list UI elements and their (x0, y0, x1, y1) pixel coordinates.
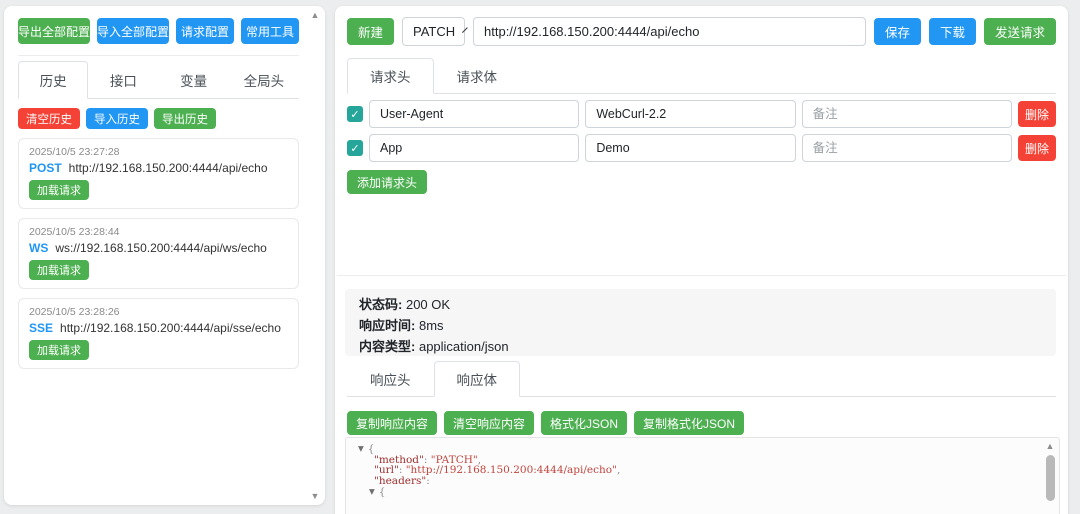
method-select-value: PATCH (413, 24, 456, 39)
history-timestamp: 2025/10/5 23:28:44 (29, 226, 120, 238)
check-icon: ✓ (350, 108, 360, 121)
scrollbar-thumb[interactable] (1045, 455, 1055, 501)
status-code-label: 状态码: (359, 297, 403, 312)
save-button[interactable]: 保存 (873, 18, 921, 45)
method-select[interactable]: PATCH (402, 17, 468, 46)
tab-response-body[interactable]: 响应体 (433, 361, 520, 397)
json-line: ▼{ (369, 485, 386, 498)
tab-request-headers[interactable]: 请求头 (347, 58, 434, 94)
add-header-button[interactable]: 添加请求头 (347, 170, 428, 194)
delete-header-button[interactable]: 删除 (1017, 101, 1056, 127)
status-code-value: 200 OK (405, 297, 451, 312)
sidebar-tabs: 历史 接口 变量 全局头 (18, 61, 299, 99)
history-timestamp: 2025/10/5 23:28:26 (29, 306, 120, 318)
response-body-viewer: ▼{ "method": "PATCH", "url": "http://192… (345, 437, 1060, 514)
scroll-up-icon[interactable]: ▲ (311, 10, 320, 20)
request-config-button[interactable]: 请求配置 (176, 18, 235, 44)
tab-history[interactable]: 历史 (18, 61, 89, 99)
response-status-box: 状态码: 200 OK 响应时间: 8ms 内容类型: application/… (345, 289, 1056, 356)
history-method: WS (29, 241, 49, 255)
request-panel: 新建 PATCH 保存 下载 发送请求 请求头 请求体 ✓ 删除 ✓ 删除 添加… (335, 6, 1068, 514)
common-tools-button[interactable]: 常用工具 (241, 18, 299, 44)
history-list: 2025/10/5 23:27:28 POST http://192.168.15… (18, 138, 299, 369)
import-all-config-button[interactable]: 导入全部配置 (97, 18, 170, 44)
response-tabs: 响应头 响应体 (347, 361, 1056, 397)
json-line: "headers": (374, 475, 430, 488)
copy-response-button[interactable]: 复制响应内容 (347, 411, 438, 435)
delete-header-button[interactable]: 删除 (1017, 135, 1056, 161)
history-url: http://192.168.150.200:4444/api/echo (68, 161, 268, 175)
url-input[interactable] (473, 17, 866, 46)
import-history-button[interactable]: 导入历史 (86, 108, 148, 129)
history-url: http://192.168.150.200:4444/api/sse/echo (60, 321, 281, 335)
check-icon: ✓ (350, 142, 360, 155)
request-tabs: 请求头 请求体 (347, 58, 1056, 94)
history-action-row: 清空历史 导入历史 导出历史 (18, 108, 299, 129)
response-scrollbar[interactable]: ▲ (1044, 441, 1056, 514)
response-action-row: 复制响应内容 清空响应内容 格式化JSON 复制格式化JSON (347, 411, 1056, 435)
history-item: 2025/10/5 23:28:26 SSE http://192.168.150… (18, 298, 299, 369)
scroll-up-icon[interactable]: ▲ (1046, 441, 1055, 451)
history-method: SSE (29, 321, 54, 335)
chevron-down-icon (462, 27, 468, 33)
collapse-toggle-icon[interactable]: ▼ (358, 444, 364, 453)
load-request-button[interactable]: 加载请求 (29, 260, 89, 280)
collapse-toggle-icon[interactable]: ▼ (369, 487, 375, 496)
response-time-value: 8ms (418, 318, 444, 333)
history-method: POST (29, 161, 62, 175)
header-row: ✓ 删除 (347, 100, 1056, 128)
send-request-button[interactable]: 发送请求 (983, 18, 1056, 45)
sidebar-divider (18, 55, 299, 56)
config-button-row: 导出全部配置 导入全部配置 请求配置 常用工具 (18, 18, 299, 44)
clear-history-button[interactable]: 清空历史 (18, 108, 80, 129)
header-name-input[interactable] (369, 100, 580, 128)
content-type-label: 内容类型: (359, 339, 416, 354)
tab-global-headers[interactable]: 全局头 (229, 61, 299, 99)
tab-response-headers[interactable]: 响应头 (347, 361, 434, 397)
tab-interfaces[interactable]: 接口 (88, 61, 158, 99)
history-url: ws://192.168.150.200:4444/api/ws/echo (55, 241, 267, 255)
sidebar-panel: 导出全部配置 导入全部配置 请求配置 常用工具 历史 接口 变量 全局头 清空历… (4, 6, 325, 505)
tab-variables[interactable]: 变量 (159, 61, 229, 99)
response-time-label: 响应时间: (359, 318, 416, 333)
history-item: 2025/10/5 23:28:44 WS ws://192.168.150.20… (18, 218, 299, 289)
json-line: "url": "http://192.168.150.200:4444/api/… (374, 464, 621, 477)
copy-formatted-json-button[interactable]: 复制格式化JSON (634, 411, 745, 435)
header-enabled-checkbox[interactable]: ✓ (347, 140, 363, 156)
header-name-input[interactable] (369, 134, 580, 162)
load-request-button[interactable]: 加载请求 (29, 340, 89, 360)
export-all-config-button[interactable]: 导出全部配置 (18, 18, 91, 44)
request-toolbar: 新建 PATCH 保存 下载 发送请求 (347, 17, 1056, 46)
header-enabled-checkbox[interactable]: ✓ (347, 106, 363, 122)
header-row: ✓ 删除 (347, 134, 1056, 162)
response-divider (337, 275, 1066, 276)
header-note-input[interactable] (801, 134, 1012, 162)
header-value-input[interactable] (585, 134, 796, 162)
header-note-input[interactable] (801, 100, 1012, 128)
clear-response-button[interactable]: 清空响应内容 (444, 411, 535, 435)
scroll-down-icon[interactable]: ▼ (311, 491, 320, 501)
export-history-button[interactable]: 导出历史 (154, 108, 216, 129)
tab-request-body[interactable]: 请求体 (434, 58, 521, 94)
format-json-button[interactable]: 格式化JSON (541, 411, 628, 435)
new-request-button[interactable]: 新建 (347, 18, 395, 45)
history-timestamp: 2025/10/5 23:27:28 (29, 146, 120, 158)
sidebar-scrollbar[interactable]: ▲ ▼ (308, 10, 322, 501)
content-type-value: application/json (418, 339, 509, 354)
header-value-input[interactable] (585, 100, 796, 128)
load-request-button[interactable]: 加载请求 (29, 180, 89, 200)
download-button[interactable]: 下载 (928, 18, 976, 45)
empty-space (335, 194, 1068, 275)
history-item: 2025/10/5 23:27:28 POST http://192.168.15… (18, 138, 299, 209)
